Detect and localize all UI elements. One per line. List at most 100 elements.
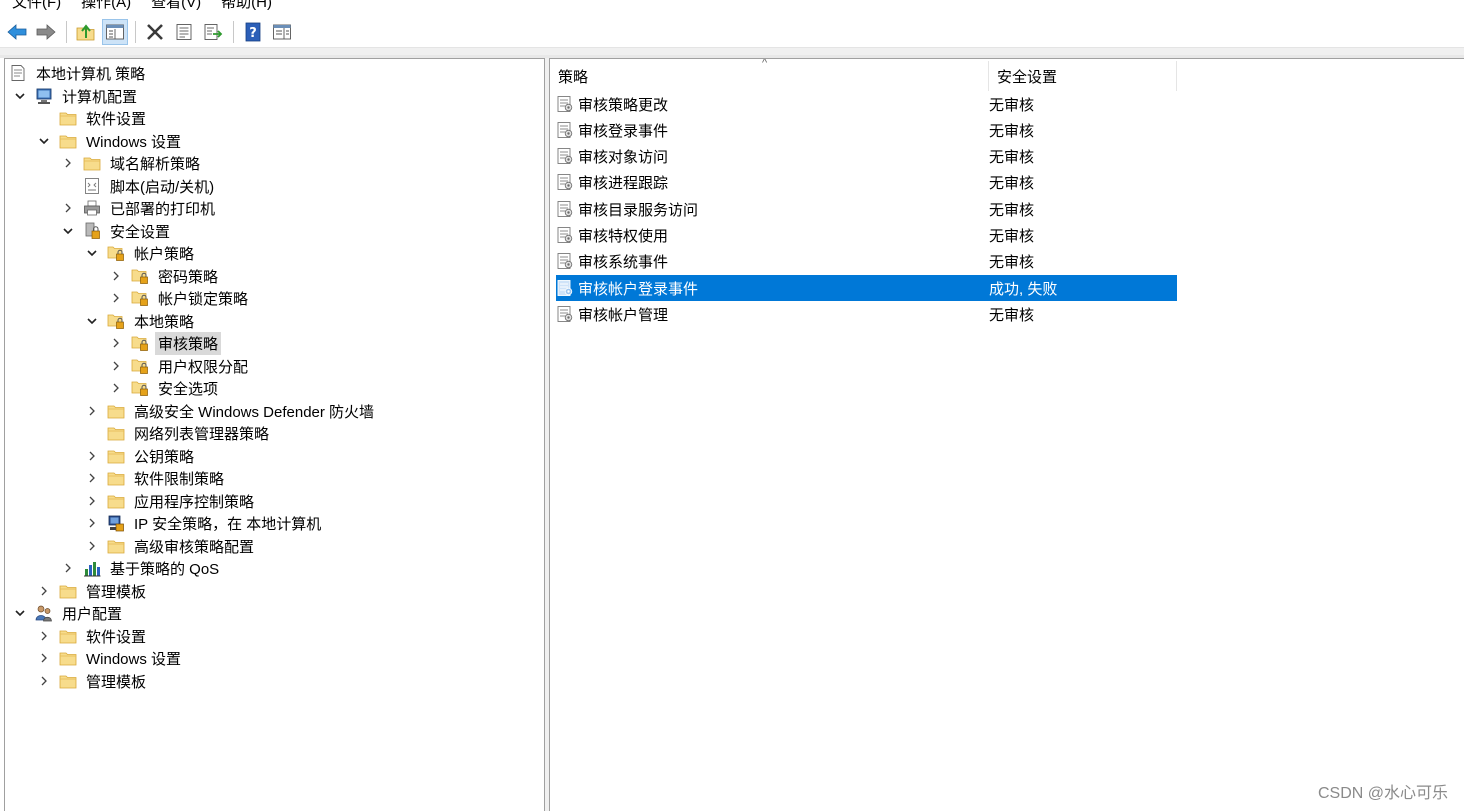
forward-arrow-icon — [36, 23, 56, 40]
tree-item-label: 管理模板 — [86, 583, 147, 601]
menu-file[interactable]: 文件(F) — [12, 0, 61, 13]
tree-item-qos[interactable]: 基于策略的 QoS — [61, 557, 222, 579]
tree-item-root[interactable]: 本地计算机 策略 — [9, 62, 148, 84]
folder-icon — [59, 672, 77, 690]
tree-item-public-key[interactable]: 公钥策略 — [85, 445, 197, 467]
tree-item-label: 软件设置 — [86, 110, 147, 128]
tree-item-local-policies[interactable]: 本地策略 — [85, 310, 197, 332]
tree-item-user-config[interactable]: 用户配置 — [13, 602, 125, 624]
tree-item-account-policies[interactable]: 帐户策略 — [85, 242, 197, 264]
chevron-down-icon[interactable] — [37, 130, 51, 152]
properties-button[interactable] — [171, 19, 197, 45]
chevron-right-icon[interactable] — [37, 647, 51, 669]
help-icon: ? — [245, 22, 261, 41]
column-header-security-setting[interactable]: 安全设置 — [989, 61, 1177, 91]
tree-pane[interactable]: 本地计算机 策略 计算机配置 软件设置 Windows 设置 域名解析策略 脚本… — [4, 58, 545, 811]
chevron-down-icon[interactable] — [13, 602, 27, 624]
tree-item-app-control[interactable]: 应用程序控制策略 — [85, 490, 257, 512]
chevron-right-icon[interactable] — [61, 152, 75, 174]
chevron-right-icon[interactable] — [37, 580, 51, 602]
list-item[interactable]: 审核系统事件 无审核 — [556, 248, 1177, 274]
forward-button[interactable] — [33, 19, 59, 45]
chevron-right-icon[interactable] — [85, 467, 99, 489]
chevron-right-icon[interactable] — [61, 557, 75, 579]
list-pane[interactable]: ^ 策略 安全设置 审核策略更改 无审核 审核登录事件 无审核 审核对象访问 无… — [549, 58, 1464, 811]
help-button[interactable]: ? — [240, 19, 266, 45]
delete-button[interactable] — [142, 19, 168, 45]
tree-item-admin-templates[interactable]: 管理模板 — [37, 580, 149, 602]
tree-item-dns-policy[interactable]: 域名解析策略 — [61, 152, 203, 174]
chevron-right-icon[interactable] — [109, 332, 123, 354]
tree-item-lockout-policy[interactable]: 帐户锁定策略 — [109, 287, 251, 309]
chevron-right-icon[interactable] — [85, 512, 99, 534]
locked-folder-icon — [131, 289, 149, 307]
tree-item-software-restriction[interactable]: 软件限制策略 — [85, 467, 227, 489]
chevron-right-icon[interactable] — [37, 670, 51, 692]
tree-item-label: 管理模板 — [86, 673, 147, 691]
tree-item-defender-firewall[interactable]: 高级安全 Windows Defender 防火墙 — [85, 400, 377, 422]
chevron-down-icon[interactable] — [85, 310, 99, 332]
show-action-pane-button[interactable] — [269, 19, 295, 45]
tree-item-label: 已部署的打印机 — [110, 200, 216, 218]
tree-item-label: 高级审核策略配置 — [134, 538, 255, 556]
tree-item-network-list[interactable]: 网络列表管理器策略 — [107, 422, 272, 444]
tree-item-software-settings[interactable]: 软件设置 — [59, 107, 149, 129]
tree-item-scripts[interactable]: 脚本(启动/关机) — [83, 175, 217, 197]
column-header-policy[interactable]: ^ 策略 — [550, 59, 989, 91]
policy-name: 审核登录事件 — [578, 122, 669, 140]
export-list-button[interactable] — [200, 19, 226, 45]
tree-item-printers[interactable]: 已部署的打印机 — [61, 197, 218, 219]
up-level-button[interactable] — [73, 19, 99, 45]
list-item-selected[interactable]: 审核帐户登录事件 成功, 失败 — [555, 274, 1178, 302]
policy-name: 审核帐户登录事件 — [578, 280, 699, 298]
list-item[interactable]: 审核对象访问 无审核 — [556, 143, 1177, 169]
tree-item-security-options[interactable]: 安全选项 — [109, 377, 221, 399]
tree-item-user-rights[interactable]: 用户权限分配 — [109, 355, 251, 377]
tree-item-user-windows-settings[interactable]: Windows 设置 — [37, 647, 184, 669]
chevron-right-icon[interactable] — [85, 400, 99, 422]
tree-item-user-admin-templates[interactable]: 管理模板 — [37, 670, 149, 692]
tree-item-audit-policy[interactable]: 审核策略 — [109, 331, 222, 355]
chevron-down-icon[interactable] — [61, 220, 75, 242]
tree-item-security-settings[interactable]: 安全设置 — [61, 220, 173, 242]
locked-folder-icon — [131, 334, 149, 352]
back-button[interactable] — [4, 19, 30, 45]
list-item[interactable]: 审核策略更改 无审核 — [556, 91, 1177, 117]
toolbar: ? — [0, 16, 1464, 48]
show-hide-tree-button[interactable] — [102, 18, 128, 45]
chevron-down-icon[interactable] — [13, 85, 27, 107]
menu-action[interactable]: 操作(A) — [81, 0, 131, 13]
list-item[interactable]: 审核帐户管理 无审核 — [556, 301, 1177, 327]
chevron-down-icon[interactable] — [85, 242, 99, 264]
menu-view[interactable]: 查看(V) — [151, 0, 201, 13]
printer-icon — [83, 199, 101, 217]
chevron-right-icon[interactable] — [61, 197, 75, 219]
chevron-right-icon[interactable] — [85, 490, 99, 512]
policy-name: 审核对象访问 — [578, 148, 669, 166]
chevron-right-icon[interactable] — [85, 445, 99, 467]
column-header-label: 策略 — [558, 68, 589, 86]
chevron-right-icon[interactable] — [85, 535, 99, 557]
chevron-right-icon[interactable] — [109, 377, 123, 399]
tree-item-user-software-settings[interactable]: 软件设置 — [37, 625, 149, 647]
list-item[interactable]: 审核目录服务访问 无审核 — [556, 196, 1177, 222]
tree-item-password-policy[interactable]: 密码策略 — [109, 265, 221, 287]
tree-item-label: 安全选项 — [158, 380, 219, 398]
tree-item-label: 密码策略 — [158, 268, 219, 286]
chevron-right-icon[interactable] — [109, 287, 123, 309]
tree-item-label: 域名解析策略 — [110, 155, 201, 173]
menu-help[interactable]: 帮助(H) — [221, 0, 272, 13]
tree-item-advanced-audit[interactable]: 高级审核策略配置 — [85, 535, 257, 557]
up-folder-icon — [76, 23, 95, 40]
chevron-right-icon[interactable] — [109, 265, 123, 287]
policy-value: 成功, 失败 — [989, 280, 1058, 298]
list-item[interactable]: 审核特权使用 无审核 — [556, 222, 1177, 248]
chevron-right-icon[interactable] — [109, 355, 123, 377]
list-item[interactable]: 审核登录事件 无审核 — [556, 117, 1177, 143]
list-item[interactable]: 审核进程跟踪 无审核 — [556, 169, 1177, 195]
folder-icon — [107, 402, 125, 420]
chevron-right-icon[interactable] — [37, 625, 51, 647]
tree-item-computer-config[interactable]: 计算机配置 — [13, 85, 140, 107]
tree-item-ip-security[interactable]: IP 安全策略，在 本地计算机 — [85, 512, 324, 534]
tree-item-windows-settings[interactable]: Windows 设置 — [37, 130, 184, 152]
